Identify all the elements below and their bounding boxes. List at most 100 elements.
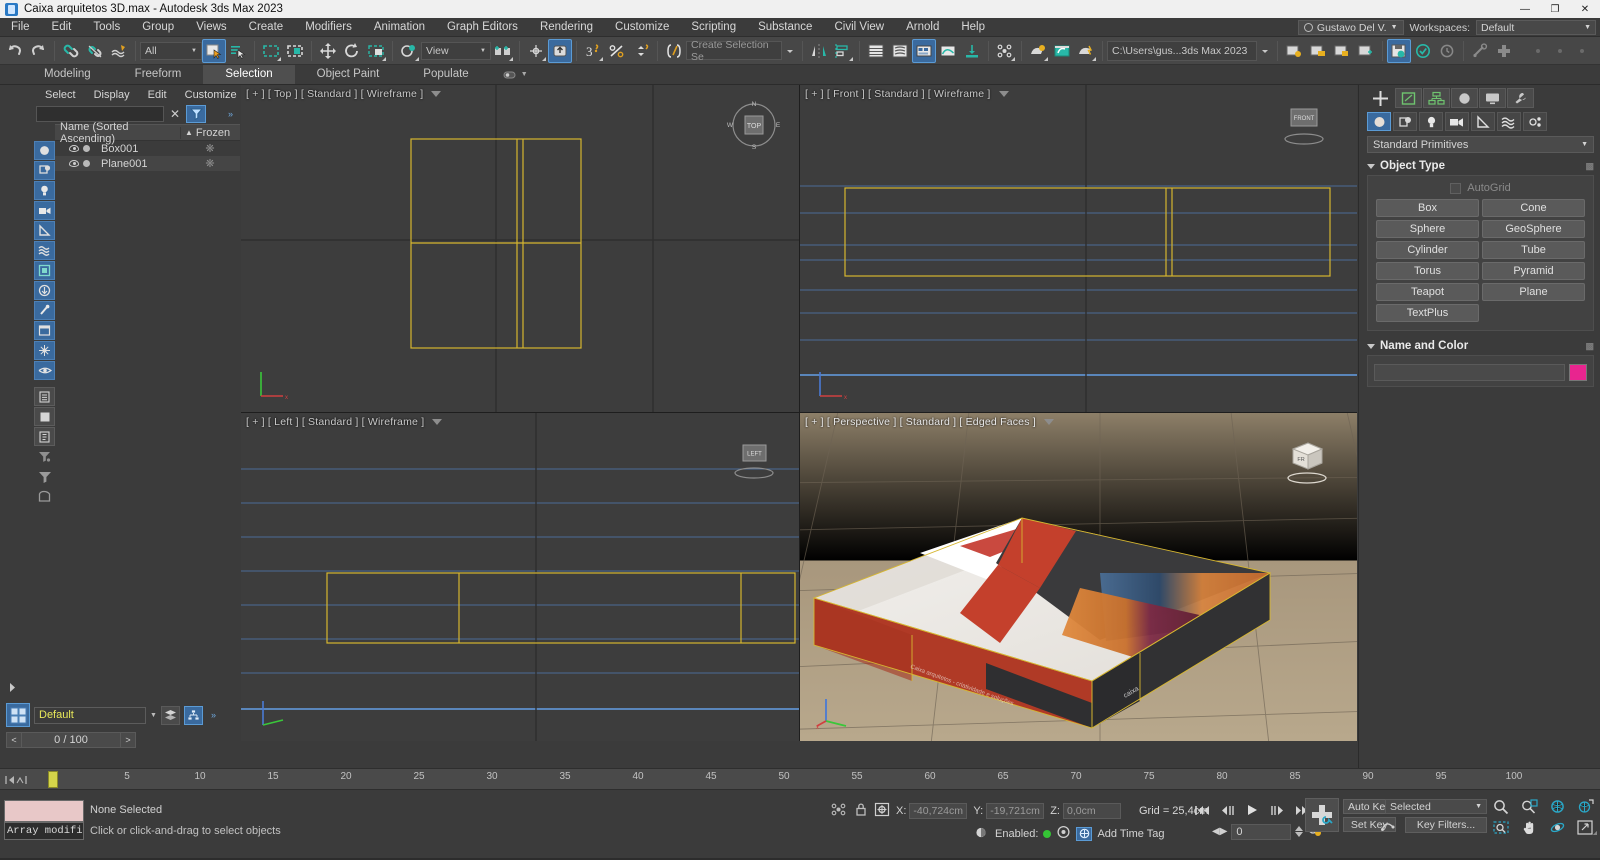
mirror-icon[interactable] bbox=[807, 39, 831, 63]
filter-toggle-icon[interactable] bbox=[34, 447, 55, 466]
tab-populate[interactable]: Populate bbox=[401, 65, 490, 84]
clear-search-icon[interactable]: ✕ bbox=[168, 107, 182, 121]
object-name[interactable]: Plane001 bbox=[101, 158, 180, 170]
schematic-view-icon[interactable] bbox=[960, 39, 984, 63]
next-frame-button[interactable] bbox=[1267, 802, 1287, 818]
viewport-label-left[interactable]: [ + ] [ Left ] [ Standard ] [ Wireframe … bbox=[246, 416, 443, 428]
frozen-cell[interactable]: ❋ bbox=[180, 142, 240, 155]
enabled-indicator[interactable] bbox=[1043, 829, 1052, 838]
current-layer-dropdown[interactable]: Default bbox=[34, 706, 146, 724]
bind-to-space-warp-icon[interactable] bbox=[107, 39, 131, 63]
chevron-down-icon[interactable] bbox=[431, 91, 442, 98]
placement-icon[interactable] bbox=[397, 39, 421, 63]
current-frame-input[interactable]: 0 bbox=[1231, 823, 1292, 840]
maximize-button[interactable]: ❐ bbox=[1540, 0, 1570, 18]
explorer-menu-customize[interactable]: Customize bbox=[176, 89, 246, 101]
viewport-label-top[interactable]: [ + ] [ Top ] [ Standard ] [ Wireframe ] bbox=[246, 88, 442, 100]
autogrid-checkbox[interactable] bbox=[1450, 182, 1462, 194]
window-crossing-icon[interactable] bbox=[283, 39, 307, 63]
tweak-tools-icon[interactable] bbox=[1468, 39, 1492, 63]
align-icon[interactable] bbox=[831, 39, 855, 63]
select-and-link-icon[interactable] bbox=[59, 39, 83, 63]
tab-selection[interactable]: Selection bbox=[203, 65, 295, 84]
select-object-icon[interactable] bbox=[202, 38, 226, 63]
object-name-input[interactable] bbox=[1374, 364, 1565, 381]
chevron-down-icon[interactable] bbox=[998, 91, 1009, 98]
category-shapes-icon[interactable] bbox=[1393, 112, 1417, 131]
filter-geometry-icon[interactable] bbox=[34, 141, 55, 160]
material-editor-icon[interactable] bbox=[1026, 39, 1050, 63]
filter-particles-icon[interactable] bbox=[34, 301, 55, 320]
menu-item-customize[interactable]: Customize bbox=[604, 18, 680, 37]
y-value[interactable]: -19,721cm bbox=[986, 803, 1045, 819]
select-and-rotate-icon[interactable] bbox=[340, 39, 364, 63]
filter-all-icon[interactable] bbox=[34, 341, 55, 360]
set-project-folder-icon[interactable] bbox=[1330, 39, 1354, 63]
window-controls[interactable]: — ❐ ✕ bbox=[1510, 0, 1600, 18]
workspace-select[interactable]: Default ▼ bbox=[1476, 20, 1596, 35]
absolute-relative-toggle-icon[interactable] bbox=[830, 802, 848, 820]
selection-filter-dropdown[interactable]: All ▼ bbox=[140, 41, 202, 60]
tab-modify[interactable] bbox=[1395, 88, 1422, 108]
filter-space-warps-icon[interactable] bbox=[34, 241, 55, 260]
filter-xrefs-icon[interactable] bbox=[34, 321, 55, 340]
named-selection-sets-input[interactable]: Create Selection Se bbox=[686, 39, 782, 63]
category-helpers-icon[interactable] bbox=[1471, 112, 1495, 131]
previous-frame-button[interactable] bbox=[1217, 802, 1237, 818]
filter-helpers-icon[interactable] bbox=[34, 221, 55, 240]
zoom-all-icon[interactable] bbox=[1516, 798, 1542, 816]
z-value[interactable]: 0,0cm bbox=[1062, 803, 1121, 819]
maxscript-listener-output[interactable] bbox=[4, 800, 84, 822]
reference-coordinate-dropdown[interactable]: View ▼ bbox=[421, 41, 491, 60]
rectangular-selection-region-icon[interactable] bbox=[259, 39, 283, 63]
menu-item-views[interactable]: Views bbox=[185, 18, 237, 37]
tab-object-paint[interactable]: Object Paint bbox=[295, 65, 402, 84]
create-tube-button[interactable]: Tube bbox=[1482, 241, 1585, 259]
create-teapot-button[interactable]: Teapot bbox=[1376, 283, 1479, 301]
view-cube-top[interactable]: TOP N S W E bbox=[725, 99, 783, 157]
create-textplus-button[interactable]: TextPlus bbox=[1376, 304, 1479, 322]
go-to-start-button[interactable] bbox=[1192, 802, 1212, 818]
menu-item-substance[interactable]: Substance bbox=[747, 18, 823, 37]
key-mode-icon[interactable] bbox=[1056, 825, 1071, 842]
lock-selection-icon[interactable] bbox=[854, 802, 868, 820]
menu-item-arnold[interactable]: Arnold bbox=[895, 18, 950, 37]
expand-layer-toolbar-icon[interactable]: » bbox=[211, 710, 216, 720]
create-plane-button[interactable]: Plane bbox=[1482, 283, 1585, 301]
tab-motion[interactable] bbox=[1451, 88, 1478, 108]
select-and-move-icon[interactable] bbox=[316, 39, 340, 63]
layers-stack-icon[interactable] bbox=[160, 705, 180, 725]
isolate-selection-icon[interactable] bbox=[874, 802, 890, 820]
tab-display[interactable] bbox=[1479, 88, 1506, 108]
pan-hand-icon[interactable] bbox=[1516, 818, 1542, 836]
check-icon[interactable] bbox=[1411, 39, 1435, 63]
menu-item-tools[interactable]: Tools bbox=[82, 18, 131, 37]
create-sphere-button[interactable]: Sphere bbox=[1376, 220, 1479, 238]
chevron-down-icon[interactable]: ▼ bbox=[150, 712, 157, 719]
visibility-eye-icon[interactable] bbox=[69, 160, 79, 167]
menu-item-file[interactable]: File bbox=[0, 18, 41, 37]
render-setup-icon[interactable] bbox=[1050, 39, 1074, 63]
ribbon-options-button[interactable]: ▼ bbox=[503, 65, 528, 84]
project-path-dropdown-icon[interactable] bbox=[1257, 39, 1273, 63]
close-button[interactable]: ✕ bbox=[1570, 0, 1600, 18]
particle-view-icon[interactable] bbox=[993, 39, 1017, 63]
edit-named-selection-sets-icon[interactable] bbox=[662, 39, 686, 63]
view-cube-front[interactable]: FRONT bbox=[1275, 99, 1333, 157]
region-zoom-icon[interactable] bbox=[1488, 818, 1514, 836]
layer-explorer-icon[interactable] bbox=[864, 39, 888, 63]
add-icon[interactable] bbox=[1492, 39, 1516, 63]
menu-item-animation[interactable]: Animation bbox=[363, 18, 436, 37]
coord-y[interactable]: Y: -19,721cm bbox=[973, 803, 1045, 819]
set-key-curve-icon[interactable] bbox=[1378, 817, 1398, 833]
explorer-menu-select[interactable]: Select bbox=[36, 89, 85, 101]
user-account-chip[interactable]: Gustavo Del V. ▼ bbox=[1297, 20, 1404, 35]
view-cube-left[interactable]: LEFT bbox=[725, 437, 783, 495]
rollout-name-and-color-header[interactable]: Name and Color ▩ bbox=[1367, 337, 1594, 355]
column-header-name[interactable]: Name (Sorted Ascending) bbox=[55, 121, 180, 145]
viewport-top[interactable]: [ + ] [ Top ] [ Standard ] [ Wireframe ]… bbox=[241, 85, 799, 412]
previous-frame-button[interactable]: < bbox=[6, 732, 22, 748]
layer-explorer-button[interactable] bbox=[6, 703, 30, 727]
toggle-scene-explorer-icon[interactable] bbox=[912, 38, 936, 63]
create-cylinder-button[interactable]: Cylinder bbox=[1376, 241, 1479, 259]
